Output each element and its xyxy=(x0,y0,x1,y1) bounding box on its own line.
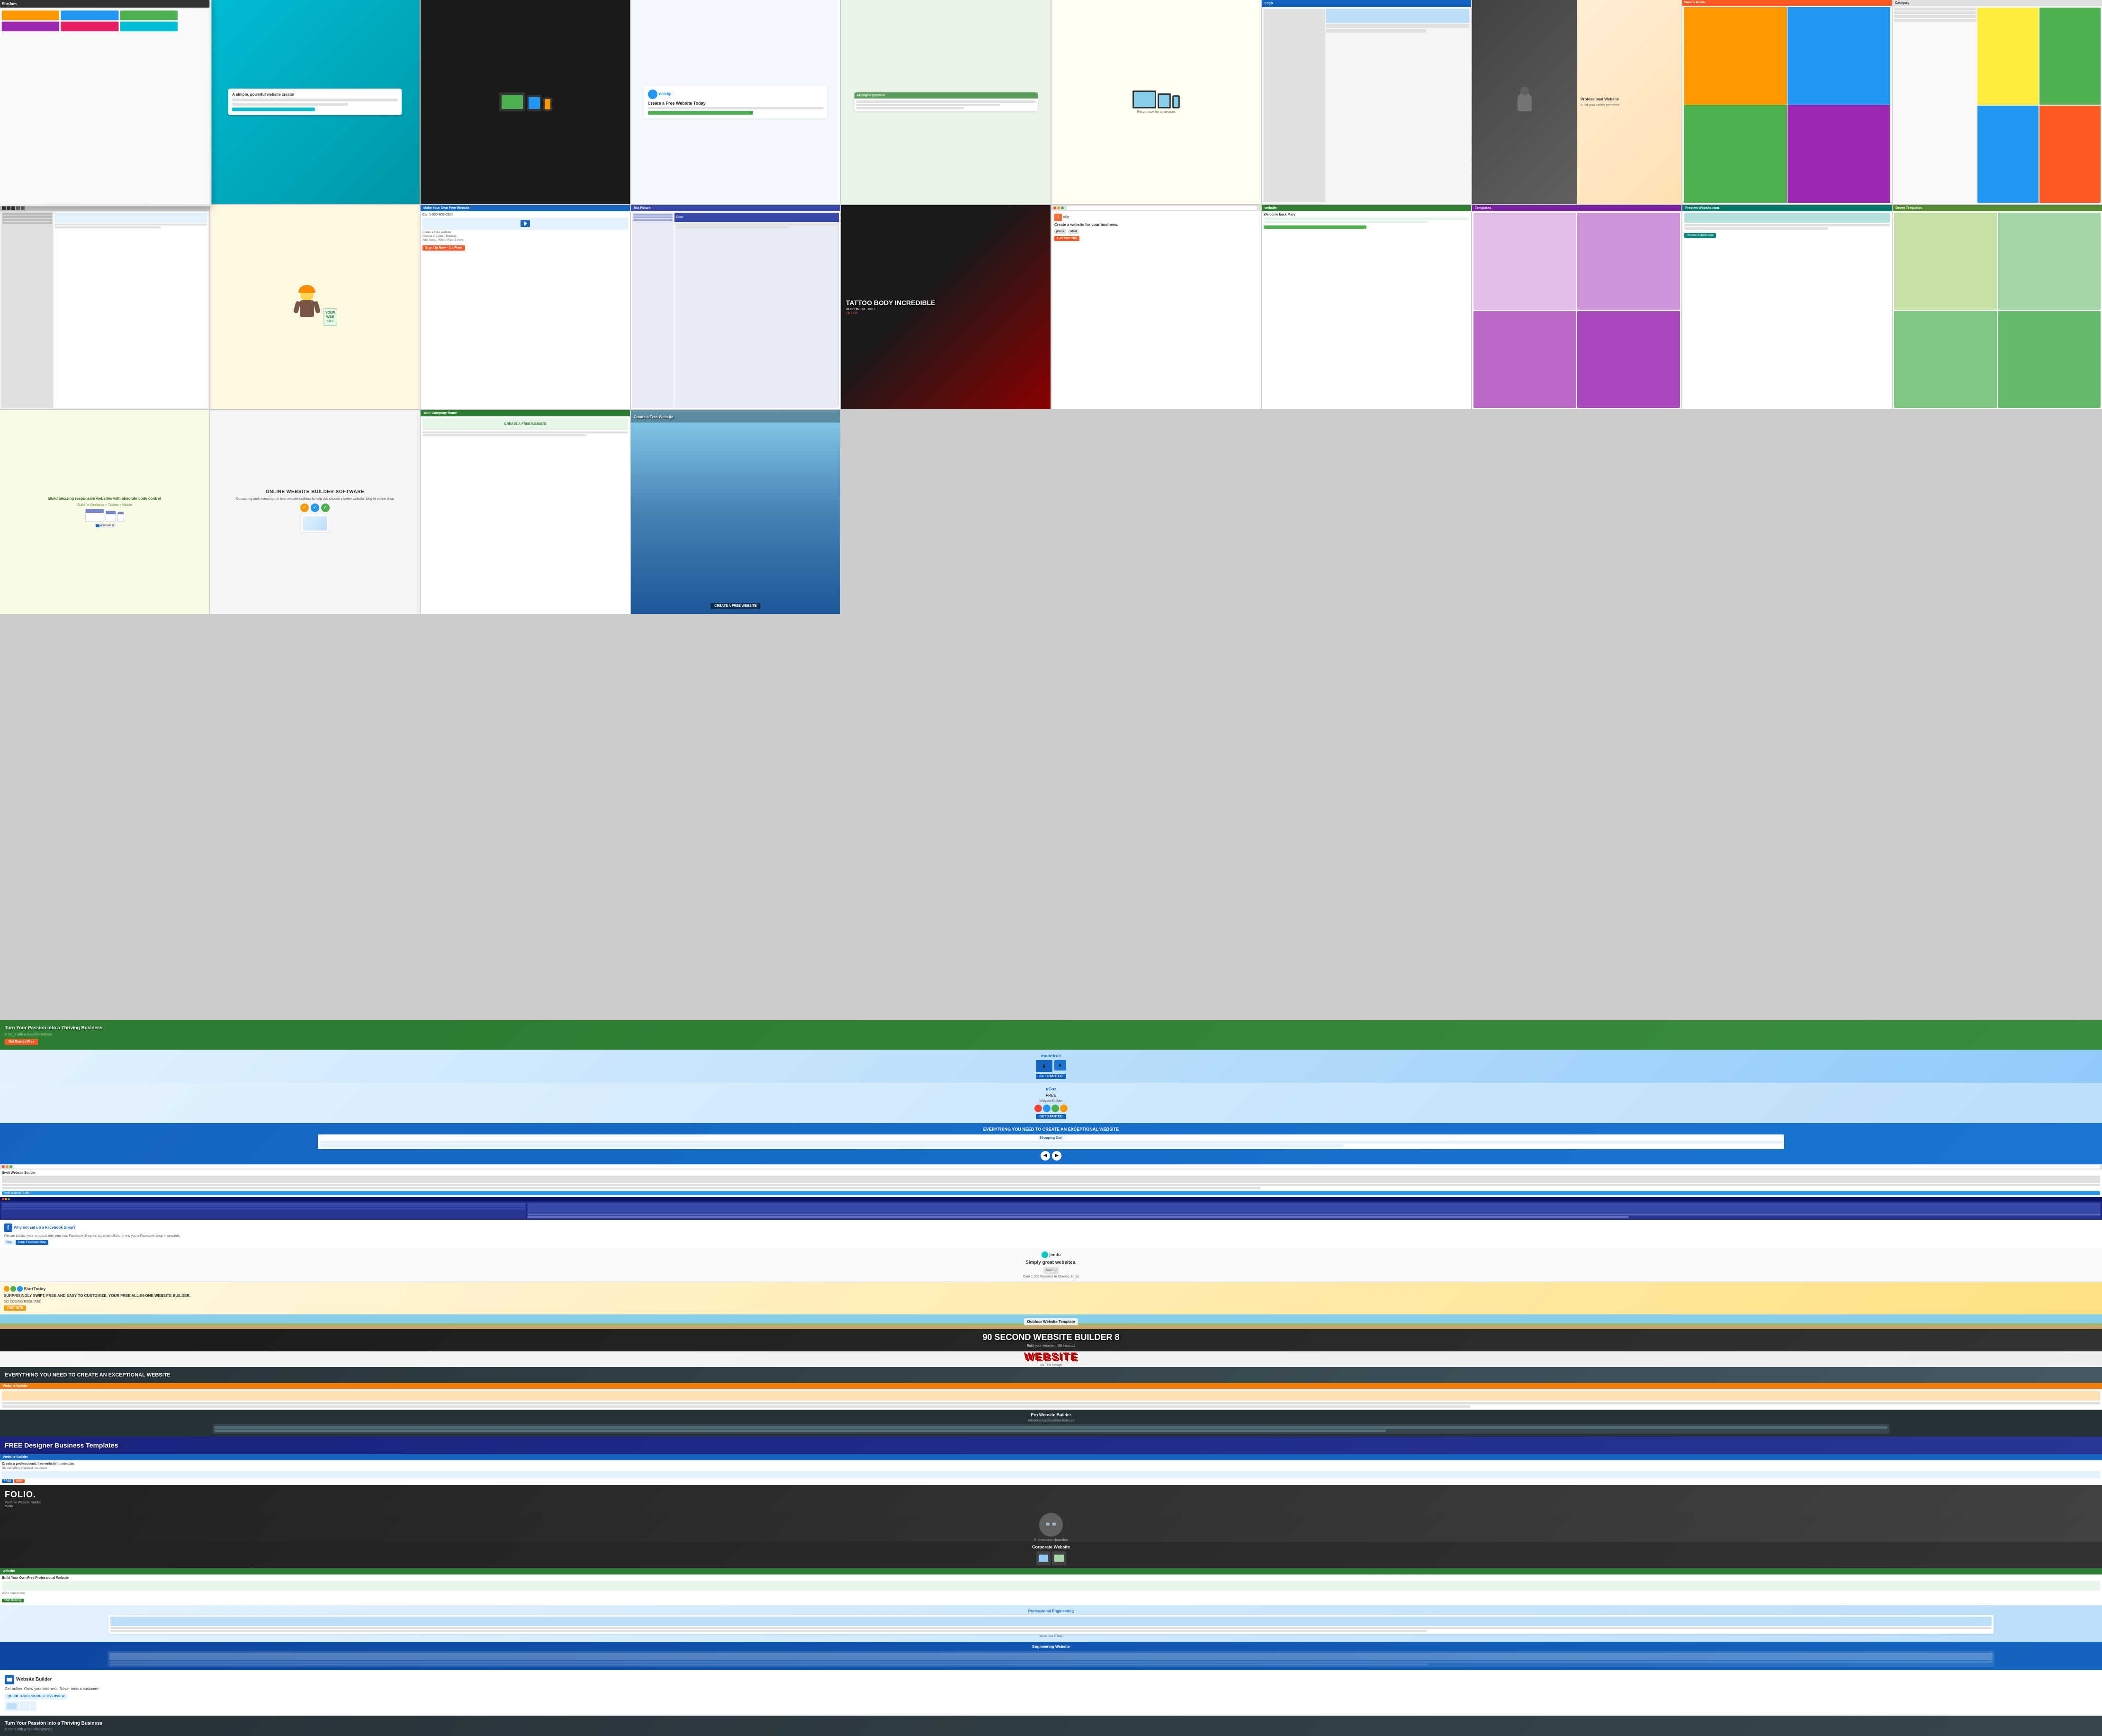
everything-need-title: EVERYTHING YOU NEED TO CREATE AN EXCEPTI… xyxy=(5,1372,171,1378)
website-sign-text: WEBSITE xyxy=(1024,1351,1078,1362)
result-r5c7[interactable]: Professional Engineering We're here to h… xyxy=(0,1605,2102,1642)
result-r2c1[interactable] xyxy=(0,205,209,409)
result-r2c9[interactable]: Preview Website.com Preview-website.com xyxy=(1682,205,1892,409)
result-r3c2[interactable]: ONLINE WEBSITE BUILDER SOFTWARE Comparin… xyxy=(210,410,420,614)
result-r4c8[interactable]: EVERYTHING YOU NEED TO CREATE AN EXCEPTI… xyxy=(0,1367,2102,1383)
result-r1c1[interactable]: SiteJam xyxy=(0,0,211,206)
result-r2c10[interactable]: Green Templates xyxy=(1893,205,2102,409)
result-r5c8[interactable]: Engineering Website xyxy=(0,1642,2102,1670)
result-r4c5[interactable]: Outdoor Website Template xyxy=(0,1314,2102,1329)
result-r2c3[interactable]: Make Your Own Free Website Call 1-800-80… xyxy=(421,205,630,409)
folio-title: FOLIO. xyxy=(5,1490,36,1500)
search-results-grid: SiteJam A simple, powerful website creat… xyxy=(0,0,2102,1020)
result-r2c5[interactable]: TATTOO BODY INCREDIBLE BODY INCREDIBLE E… xyxy=(841,205,1051,409)
sell-products-title: EVERYTHING YOU NEED TO CREATE AN EXCEPTI… xyxy=(983,1127,1119,1133)
result-r3c1[interactable]: Build amazing responsive websites with a… xyxy=(0,410,209,614)
result-r2c2[interactable]: YOURWEBSITE xyxy=(210,205,420,409)
result-r5c6[interactable]: website Build Your Own Free Professional… xyxy=(0,1568,2102,1605)
result-r4c6[interactable]: 90 SECOND WEBSITE BUILDER 8 Build your w… xyxy=(0,1329,2102,1351)
create-free-title: Create a Free Website Today xyxy=(648,101,824,106)
create-professional-title: Create a professional, free website in m… xyxy=(2,1462,2100,1466)
facebook-shop-title: Why not set up a Facebook Shop? xyxy=(14,1225,76,1230)
result-r5c9[interactable]: Website Builder Get online. Grow your bu… xyxy=(0,1670,2102,1716)
result-r2c6[interactable]: i idly Create a website for your busines… xyxy=(1051,205,1261,409)
result-r3c10[interactable] xyxy=(0,1197,2102,1220)
website-builder-label: Website Builder xyxy=(16,1677,52,1682)
passion-business-title: Turn Your Passion into a Thriving Busine… xyxy=(5,1025,102,1031)
result-r3c5[interactable]: Turn Your Passion into a Thriving Busine… xyxy=(0,1020,2102,1050)
result-r5c5[interactable]: Corporate Website xyxy=(0,1542,2102,1568)
online-software-title: ONLINE WEBSITE BUILDER SOFTWARE xyxy=(266,489,364,495)
result-r4c10[interactable]: Pro Website Builder Advanced professiona… xyxy=(0,1410,2102,1437)
get-online-text: Get online. Grow your business. Never mi… xyxy=(5,1686,99,1691)
start-today-title: StartToday xyxy=(24,1286,45,1291)
result-r5c1[interactable]: FREE Designer Business Templates xyxy=(0,1437,2102,1454)
result-r1c3[interactable] xyxy=(421,0,630,204)
build-for-label: Build for Desktops + Tablets + Mobile xyxy=(77,504,132,507)
free-templates-title: FREE Designer Business Templates xyxy=(5,1441,118,1449)
quick-tour-btn[interactable]: QUICK TOUR PRODUCT OVERVIEW xyxy=(5,1693,67,1700)
responsive-builder-title: Build amazing responsive websites with a… xyxy=(48,496,161,501)
create-free-ocean-title: Create a Free Website xyxy=(634,415,673,419)
result-r5c4[interactable]: 👓 Professional Headshot xyxy=(0,1513,2102,1542)
make-own-title: Make Your Own Free Website xyxy=(421,205,630,211)
result-r3c7[interactable]: uCoz FREE Website Builder GET STARTED xyxy=(0,1083,2102,1123)
ninety-second-title: 90 SECOND WEBSITE BUILDER 8 xyxy=(982,1333,1119,1342)
result-r1c4[interactable]: netelip Create a Free Website Today xyxy=(631,0,840,204)
tattoo-title: TATTOO BODY INCREDIBLE xyxy=(846,299,935,306)
result-r3c4[interactable]: Create a Free Website CREATE A FREE WEBS… xyxy=(631,410,840,614)
result-r3c3[interactable]: Your Company Home CREATE A FREE WEBSITE xyxy=(421,410,630,614)
result-r5c2[interactable]: Website Builder Create a professional, f… xyxy=(0,1454,2102,1485)
result-r4c2[interactable]: jimdo Simply great websites. Search... O… xyxy=(0,1249,2102,1281)
result-r4c1[interactable]: f Why not set up a Facebook Shop? We can… xyxy=(0,1220,2102,1249)
result-r1c10[interactable]: Category xyxy=(1893,0,2102,204)
result-r1c7[interactable]: Logo xyxy=(1262,0,1471,204)
result-r1c9[interactable]: Website Builder xyxy=(1682,0,1892,204)
result-r4c9[interactable]: Website Builder xyxy=(0,1383,2102,1410)
mobirise-title: moonfruit xyxy=(1041,1053,1061,1058)
result-r1c2[interactable]: A simple, powerful website creator xyxy=(210,0,420,204)
turn-passion-title: Turn Your Passion into a Thriving Busine… xyxy=(5,1720,102,1727)
jimdo-reasons: Over 1,000 Reasons to Choose Jimdo xyxy=(1023,1275,1079,1278)
jimdo-title: Simply great websites. xyxy=(1025,1260,1077,1265)
result-r2c4[interactable]: Mix Future Editor xyxy=(631,205,840,409)
result-r4c7[interactable]: WEBSITE 3D Text Design xyxy=(0,1351,2102,1367)
result-r2c7[interactable]: website Welcome back Mary xyxy=(1262,205,1471,409)
result-r5c10[interactable]: Turn Your Passion into a Thriving Busine… xyxy=(0,1716,2102,1736)
result-r1c8[interactable]: Professional Website Build your online p… xyxy=(1472,0,1681,204)
build-own-title: Build Your Own Free Professional Website xyxy=(2,1576,2100,1580)
result-r3c9[interactable]: Swift Website Builder Swift Website Buil… xyxy=(0,1164,2102,1197)
result-r2c8[interactable]: Templates xyxy=(1472,205,1681,409)
result-r1c5[interactable]: Mi página personal xyxy=(841,0,1051,204)
idly-title: Create a website for your business. xyxy=(1054,223,1118,227)
result-r4c4[interactable]: StartToday SURPRISINGLY SWIFT, FREE AND … xyxy=(0,1282,2102,1314)
result-r1c6[interactable]: Responsive for all devices xyxy=(1051,0,1261,204)
sitejam-logo: SiteJam xyxy=(2,1,17,6)
result-r3c6[interactable]: moonfruit 📱 📱 GET STARTED xyxy=(0,1050,2102,1083)
result-r5c3[interactable]: FOLIO. Portfolio Website Builder MANU xyxy=(0,1485,2102,1513)
result-r3c8[interactable]: EVERYTHING YOU NEED TO CREATE AN EXCEPTI… xyxy=(0,1123,2102,1164)
